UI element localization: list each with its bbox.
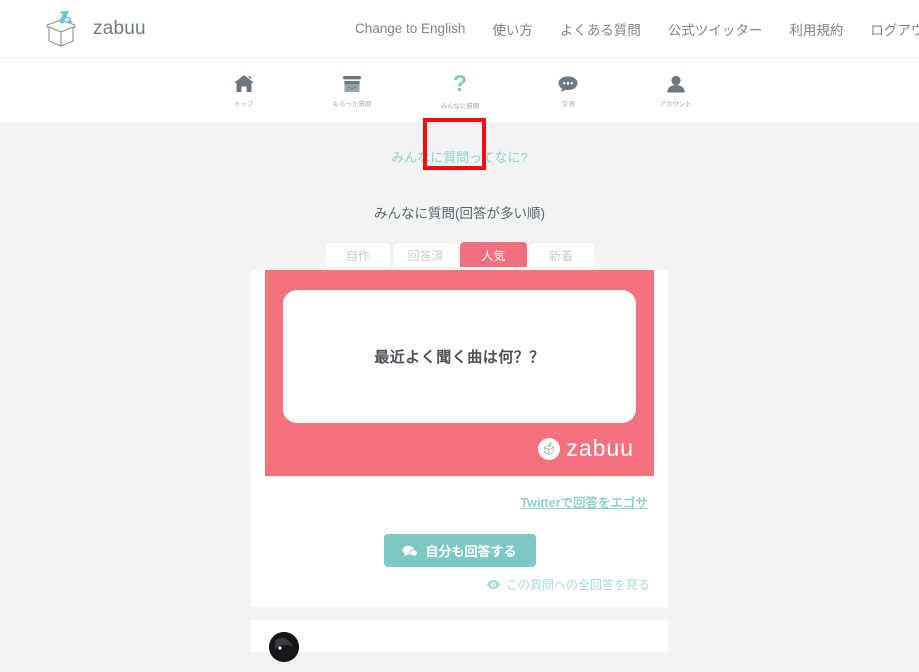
header-link-change-to-english[interactable]: Change to English	[355, 21, 465, 36]
icon-nav-bar: トップ もらった質問 ? みんなに質問 交流 アカウント	[0, 57, 919, 170]
nav-item-account[interactable]: アカウント	[640, 63, 712, 119]
answer-button-row: 自分も回答する	[251, 534, 668, 567]
tab-popular[interactable]: 人気	[460, 242, 527, 267]
see-all-answers-label: この質問への全回答を見る	[505, 578, 650, 592]
nav-item-received-questions[interactable]: もらった質問	[316, 63, 388, 119]
header-link-faq[interactable]: よくある質問	[560, 19, 641, 39]
what-is-ask-everyone-link[interactable]: みんなに質問ってなに?	[0, 147, 919, 166]
header-link-terms[interactable]: 利用規約	[789, 19, 843, 39]
tab-answered[interactable]: 回答済	[392, 242, 459, 267]
watermark-brand-name: zabuu	[566, 435, 634, 461]
nav-item-community[interactable]: 交流	[532, 63, 604, 119]
header-link-how-to-use[interactable]: 使い方	[492, 19, 533, 39]
brand-name: zabuu	[93, 17, 146, 39]
nav-label-community: 交流	[561, 100, 574, 108]
chat-bubble-icon	[403, 545, 419, 557]
question-card: 最近よく聞く曲は何？？ zabuu Twitterで回答をエゴサ 自分も回答する…	[251, 270, 668, 607]
question-image-panel: 最近よく聞く曲は何？？ zabuu	[265, 270, 654, 476]
person-icon	[666, 75, 685, 92]
egosa-row: Twitterで回答をエゴサ	[251, 476, 668, 511]
filter-tabs: 自作 回答済 人気 新着	[324, 242, 595, 267]
header-link-official-twitter[interactable]: 公式ツイッター	[668, 19, 763, 39]
nav-label-account: アカウント	[659, 100, 692, 108]
tab-own[interactable]: 自作	[324, 242, 392, 267]
header-nav: Change to English 使い方 よくある質問 公式ツイッター 利用規…	[355, 0, 919, 57]
watermark-box-icon	[538, 437, 561, 460]
see-all-answers-row[interactable]: この質問への全回答を見る	[251, 567, 668, 593]
brand-logo-link[interactable]: zabuu	[38, 8, 146, 50]
zabuu-box-logo-icon	[46, 10, 76, 47]
nav-item-top[interactable]: トップ	[208, 63, 280, 119]
question-mark-icon: ?	[452, 71, 466, 96]
inbox-icon	[342, 75, 361, 92]
question-text-box: 最近よく聞く曲は何？？	[283, 290, 636, 423]
nav-label-ask-everyone: みんなに質問	[440, 102, 479, 110]
answer-button[interactable]: 自分も回答する	[383, 534, 536, 567]
question-watermark: zabuu	[283, 435, 634, 462]
nav-label-top: トップ	[233, 100, 254, 108]
answer-button-label: 自分も回答する	[425, 544, 517, 559]
twitter-egosa-link[interactable]: Twitterで回答をエゴサ	[520, 492, 648, 511]
header-link-logout[interactable]: ログアウト	[870, 19, 919, 39]
avatar	[269, 632, 299, 662]
home-icon	[233, 74, 254, 92]
eye-icon	[486, 579, 501, 590]
tab-new[interactable]: 新着	[527, 242, 595, 267]
question-text: 最近よく聞く曲は何？？	[374, 349, 545, 366]
list-heading: みんなに質問(回答が多い順)	[374, 206, 545, 221]
page-body: みんなに質問ってなに? みんなに質問(回答が多い順) 自作 回答済 人気 新着 …	[0, 147, 919, 662]
next-question-card[interactable]	[251, 620, 668, 662]
site-header: zabuu Change to English 使い方 よくある質問 公式ツイッ…	[0, 0, 919, 57]
svg-text:?: ?	[452, 71, 466, 96]
nav-label-received-questions: もらった質問	[332, 100, 371, 108]
nav-item-ask-everyone[interactable]: ? みんなに質問	[424, 63, 496, 119]
chat-bubble-icon	[558, 76, 577, 92]
